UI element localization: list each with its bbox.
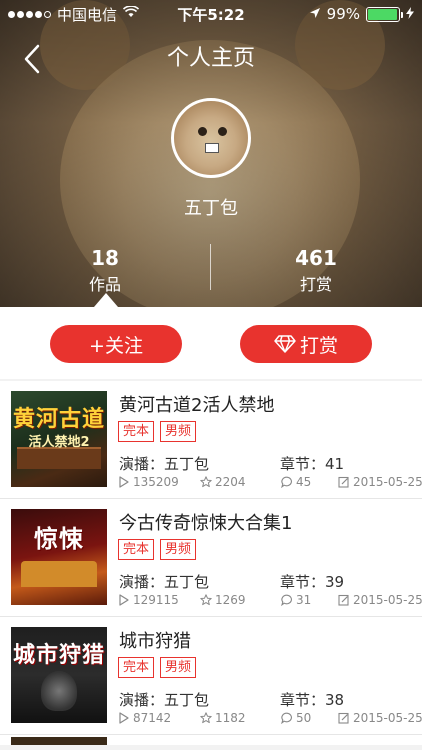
avatar-eye [218,127,227,136]
play-icon [119,712,129,724]
book-title: 今古传奇惊悚大合集1 [119,513,293,534]
book-title: 黄河古道2活人禁地 [119,395,275,416]
chapter-info: 章节：38 [280,689,344,710]
narrator-info: 演播：五丁包 [119,571,209,592]
stat-reward-tab[interactable]: 461 打赏 [256,246,376,295]
page-title: 个人主页 [166,46,255,71]
favorite-count: 1182 [215,711,246,725]
comment-count: 31 [296,593,312,607]
narrator-info: 演播：五丁包 [119,689,209,710]
edit-icon [338,476,349,488]
avatar-eye [198,127,207,136]
favorite-count: 1269 [215,593,246,607]
action-bar: +关注 打赏 [0,307,422,379]
tag-badge: 完本 [118,657,155,678]
tag-badge: 男频 [160,539,197,560]
cover-title: 惊悚 [34,525,84,553]
stat-divider [210,244,211,290]
book-cover: 黄河古道 活人禁地2 [11,391,107,487]
narrator-label: 演播： [119,573,165,591]
update-date: 2015-05-25 [353,475,422,489]
update-date: 2015-05-25 [353,593,422,607]
status-bar: 中国电信 下午5:22 99% [0,0,422,28]
cover-title: 城市狩猎 [12,643,105,668]
play-icon [119,476,129,488]
diamond-icon [274,335,296,353]
comment-icon [281,476,292,488]
carrier-name: 中国电信 [57,5,118,24]
comment-count: 50 [296,711,312,725]
edit-icon [338,594,349,606]
cover-subtitle: 活人禁地2 [28,435,90,450]
active-tab-indicator [94,293,118,307]
avatar-teeth [205,143,219,153]
stat-works-tab[interactable]: 18 作品 [45,246,165,295]
play-count: 135209 [133,475,179,489]
book-cover [11,737,107,745]
play-icon [119,594,129,606]
charging-icon [406,5,414,23]
narrator-name: 五丁包 [164,573,210,591]
tag-badge: 完本 [118,539,155,560]
edit-icon [338,712,349,724]
chapter-count: 38 [325,691,345,709]
narrator-label: 演播： [119,691,165,709]
tip-label: 打赏 [299,334,338,357]
chapters-label: 章节： [280,691,326,709]
stat-works-label: 作品 [88,275,121,294]
narrator-name: 五丁包 [164,691,210,709]
star-icon [200,476,212,488]
narrator-label: 演播： [119,455,165,473]
list-item[interactable]: 黄河古道 活人禁地2 黄河古道2活人禁地 完本 男频 演播：五丁包 章节：41 … [0,381,422,499]
narrator-info: 演播：五丁包 [119,453,209,474]
stat-works-count: 18 [91,246,119,270]
update-date: 2015-05-25 [353,711,422,725]
stat-reward-label: 打赏 [299,275,332,294]
profile-header: 中国电信 下午5:22 99% 个人主页 五丁包 18 作品 461 打赏 [0,0,422,307]
battery-icon [366,6,403,22]
avatar[interactable] [171,98,251,178]
signal-icon [8,10,51,18]
chapter-info: 章节：41 [280,453,344,474]
tip-button[interactable]: 打赏 [240,325,372,363]
book-title: 城市狩猎 [119,631,191,652]
stat-reward-count: 461 [295,246,337,270]
comment-count: 45 [296,475,312,489]
wifi-icon [122,5,140,22]
book-cover: 惊悚 [11,509,107,605]
chapter-info: 章节：39 [280,571,344,592]
favorite-count: 2204 [215,475,246,489]
chapter-count: 41 [325,455,345,473]
list-item[interactable]: 惊悚 今古传奇惊悚大合集1 完本 男频 演播：五丁包 章节：39 129115 … [0,499,422,617]
chapters-label: 章节： [280,455,326,473]
cover-title: 黄河古道 [12,407,105,432]
follow-button[interactable]: +关注 [50,325,182,363]
tag-badge: 男频 [160,657,197,678]
star-icon [200,594,212,606]
list-item-partial[interactable] [0,735,422,745]
tag-badge: 男频 [160,421,197,442]
comment-icon [281,712,292,724]
play-count: 129115 [133,593,179,607]
battery-percent: 99% [326,5,360,23]
narrator-name: 五丁包 [164,455,210,473]
tag-badge: 完本 [118,421,155,442]
location-icon [309,5,321,23]
play-count: 87142 [133,711,172,725]
chapter-count: 39 [325,573,345,591]
follow-label: +关注 [89,334,143,357]
list-item[interactable]: 城市狩猎 城市狩猎 完本 男频 演播：五丁包 章节：38 87142 1182 … [0,617,422,735]
username: 五丁包 [184,198,238,219]
status-time: 下午5:22 [177,5,245,24]
works-list: 黄河古道 活人禁地2 黄河古道2活人禁地 完本 男频 演播：五丁包 章节：41 … [0,381,422,745]
comment-icon [281,594,292,606]
book-cover: 城市狩猎 [11,627,107,723]
chapters-label: 章节： [280,573,326,591]
star-icon [200,712,212,724]
